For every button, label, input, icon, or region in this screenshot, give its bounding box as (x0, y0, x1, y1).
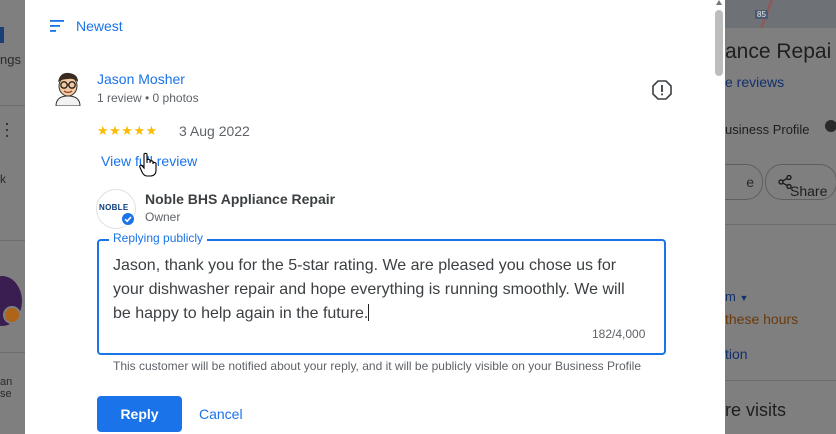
share-button-content: Share (778, 174, 827, 199)
sort-label: Newest (76, 18, 123, 34)
cancel-button[interactable]: Cancel (199, 406, 243, 422)
business-logo-text: NOBLE (99, 203, 129, 212)
background-avatar-badge (3, 306, 21, 324)
background-divider (725, 224, 836, 225)
review-date: 3 Aug 2022 (179, 123, 250, 139)
background-text-fragment: k (0, 172, 6, 186)
business-owner-name: Noble BHS Appliance Repair (145, 191, 336, 207)
sort-button[interactable]: Newest (50, 18, 123, 34)
scroll-thumb[interactable] (715, 10, 723, 76)
reply-button[interactable]: Reply (97, 396, 182, 432)
background-heading: re visits (725, 400, 787, 420)
map-highway-badge: 85 (755, 10, 768, 19)
reply-visibility-notice: This customer will be notified about you… (113, 359, 642, 373)
rating-stars: ★★★★★ (97, 123, 158, 138)
hand-pointer-cursor-icon (139, 152, 157, 178)
background-text-fragment: tion (725, 346, 748, 362)
background-text-fragment: an se (0, 376, 13, 400)
background-right-panel: 85 ance Repai e reviews usiness Profile … (705, 0, 836, 434)
sort-icon (50, 20, 64, 32)
character-counter: 182/4,000 (592, 327, 646, 341)
background-blue-block (0, 27, 4, 43)
scroll-up-arrow-icon[interactable] (716, 0, 722, 5)
hours-link: these hours (725, 311, 799, 327)
background-divider (0, 352, 25, 353)
business-title: ance Repai (725, 40, 832, 63)
reply-field-label: Replying publicly (109, 231, 208, 245)
reviewer-meta: 1 review • 0 photos (97, 91, 199, 105)
review-reply-dialog: Newest Jason Mosher 1 review • 0 photos … (25, 0, 725, 434)
background-text-fragment: m ▼ (725, 289, 749, 304)
business-logo: NOBLE (96, 189, 136, 229)
background-left-panel: ngs · · · k an se (0, 0, 25, 434)
business-owner-role: Owner (145, 210, 181, 224)
background-text-fragment: ngs (0, 52, 21, 67)
background-divider (0, 240, 25, 241)
verified-badge-icon (121, 212, 135, 226)
dialog-scrollbar[interactable] (713, 0, 725, 434)
reply-text-content[interactable]: Jason, thank you for the 5-star rating. … (113, 254, 643, 326)
reviewer-avatar[interactable] (52, 70, 84, 107)
map-road (759, 0, 834, 28)
share-label: Share (790, 183, 828, 199)
map-thumbnail: 85 (725, 0, 836, 28)
more-options-icon: · · · (4, 113, 10, 145)
background-divider (725, 380, 836, 381)
business-profile-label: usiness Profile (725, 122, 810, 137)
text-caret (368, 304, 370, 321)
background-divider (0, 105, 25, 106)
background-pill-label: e (746, 174, 754, 190)
report-review-icon[interactable] (652, 80, 672, 100)
share-button: Share (765, 164, 836, 200)
reviewer-avatar-image (55, 72, 81, 107)
reviews-link: e reviews (725, 74, 785, 90)
info-icon (825, 120, 836, 132)
reviewer-name[interactable]: Jason Mosher (97, 71, 185, 87)
